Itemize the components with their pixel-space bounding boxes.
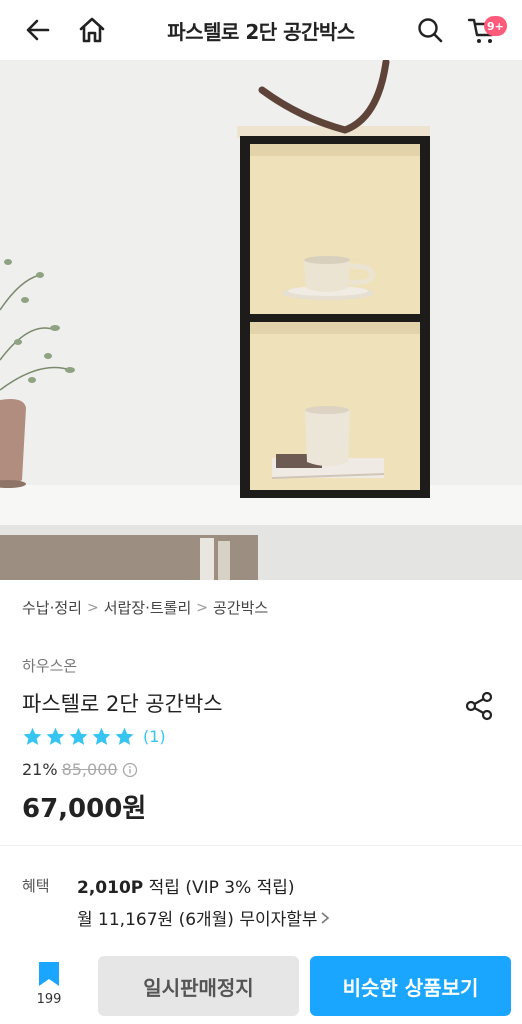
- share-icon[interactable]: [462, 689, 496, 723]
- section-divider: [0, 845, 522, 846]
- star-icon: [69, 727, 88, 745]
- points-value: 2,010P: [77, 878, 144, 898]
- similar-products-button[interactable]: 비슷한 상품보기: [310, 956, 511, 1016]
- top-app-bar: 파스텔로 2단 공간박스 9+: [0, 0, 522, 60]
- star-icon: [23, 727, 42, 745]
- sale-price: 67,000원: [22, 794, 147, 824]
- star-icon: [92, 727, 111, 745]
- installment-benefit[interactable]: 월 11,167원 (6개월) 무이자할부: [77, 905, 332, 930]
- product-image[interactable]: [0, 60, 522, 580]
- page-title: 파스텔로 2단 공간박스: [167, 20, 355, 44]
- bookmark-button[interactable]: 199: [22, 960, 76, 1016]
- price-row: 21% 85,000: [22, 760, 138, 779]
- breadcrumb: 수납·정리 > 서랍장·트롤리 > 공간박스: [22, 597, 268, 618]
- chevron-right-icon: [321, 911, 329, 924]
- breadcrumb-item[interactable]: 서랍장·트롤리: [104, 597, 192, 618]
- back-arrow-icon[interactable]: [18, 10, 58, 50]
- points-text: 적립 (VIP 3% 적립): [143, 878, 295, 898]
- product-name: 파스텔로 2단 공간박스: [22, 692, 223, 716]
- breadcrumb-item[interactable]: 수납·정리: [22, 597, 82, 618]
- cart-count-badge: 9+: [484, 16, 507, 36]
- installment-text: 월 11,167원 (6개월) 무이자할부: [77, 910, 318, 930]
- breadcrumb-item[interactable]: 공간박스: [213, 597, 268, 618]
- discount-rate: 21%: [22, 760, 58, 779]
- bookmark-count: 199: [36, 992, 62, 1007]
- search-icon[interactable]: [410, 10, 450, 50]
- review-count[interactable]: (1): [143, 727, 166, 746]
- brand-name[interactable]: 하우스온: [22, 655, 77, 676]
- star-icon: [115, 727, 134, 745]
- soldout-button[interactable]: 일시판매정지: [98, 956, 299, 1016]
- original-price: 85,000: [61, 760, 118, 779]
- home-icon[interactable]: [72, 10, 112, 50]
- benefit-label: 혜택: [22, 877, 50, 895]
- info-icon[interactable]: [122, 762, 138, 778]
- breadcrumb-separator: >: [86, 599, 99, 616]
- bottom-action-bar: 199 일시판매정지 비슷한 상품보기: [0, 950, 522, 1024]
- product-page: 파스텔로 2단 공간박스 9+ 수납·정리 > 서랍장·트롤리 > 공간박스 하…: [0, 0, 522, 1024]
- cart-icon[interactable]: 9+: [463, 10, 507, 50]
- points-benefit: 2,010P 적립 (VIP 3% 적립): [77, 873, 295, 898]
- star-icon: [46, 727, 65, 745]
- bookmark-icon: [39, 962, 59, 986]
- star-rating[interactable]: (1): [22, 726, 166, 747]
- breadcrumb-separator: >: [196, 599, 209, 616]
